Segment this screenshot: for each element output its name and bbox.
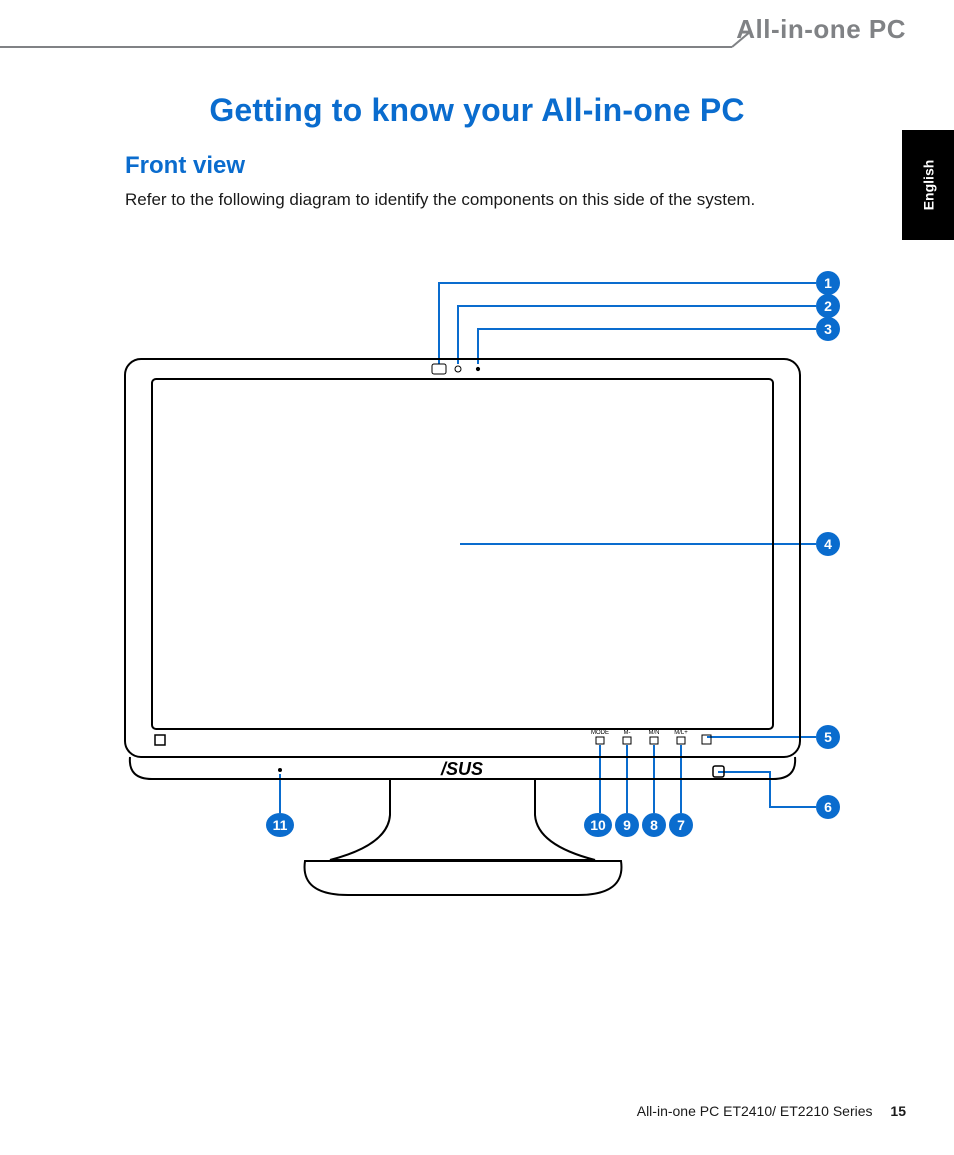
front-view-diagram: MODE M- M/N M/L+ /SUS 1 2 3 4 5 6 7 <box>110 255 870 905</box>
callout-1: 1 <box>816 271 840 295</box>
language-tab: English <box>902 130 954 240</box>
callout-11: 11 <box>266 813 294 837</box>
section-heading: Front view <box>125 152 245 180</box>
callout-8: 8 <box>642 813 666 837</box>
callout-9: 9 <box>615 813 639 837</box>
callout-7: 7 <box>669 813 693 837</box>
intro-text: Refer to the following diagram to identi… <box>125 190 755 210</box>
header-rule <box>0 46 732 48</box>
callout-6: 6 <box>816 795 840 819</box>
callout-10: 10 <box>584 813 612 837</box>
brand-logo: /SUS <box>440 759 483 779</box>
svg-text:M/N: M/N <box>649 730 660 736</box>
callout-3: 3 <box>816 317 840 341</box>
bezel-label-mode: MODE <box>591 730 609 736</box>
svg-text:M/L+: M/L+ <box>674 730 688 736</box>
footer-model: All-in-one PC ET2410/ ET2210 Series <box>637 1103 873 1119</box>
footer: All-in-one PC ET2410/ ET2210 Series 15 <box>637 1103 906 1119</box>
header-brand-title: All-in-one PC <box>736 14 906 45</box>
page-title: Getting to know your All-in-one PC <box>0 92 954 129</box>
callout-2: 2 <box>816 294 840 318</box>
svg-text:M-: M- <box>624 730 631 736</box>
footer-page-number: 15 <box>890 1103 906 1119</box>
callout-4: 4 <box>816 532 840 556</box>
callout-5: 5 <box>816 725 840 749</box>
